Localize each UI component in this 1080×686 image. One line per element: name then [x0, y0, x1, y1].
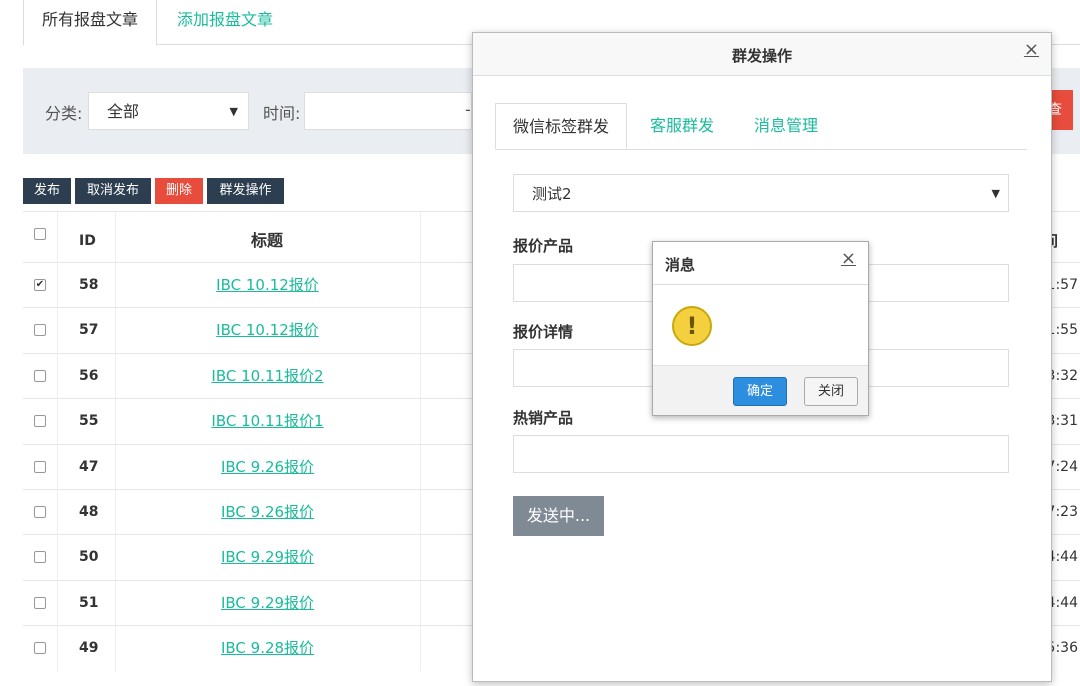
header-title: 标题 — [251, 231, 284, 250]
time-range-dash: - — [465, 100, 471, 119]
row-checkbox[interactable] — [34, 369, 46, 382]
message-header: 消息 × — [653, 242, 868, 285]
message-footer: 确定 关闭 — [653, 365, 868, 415]
row-id: 49 — [79, 640, 99, 657]
tab-divider — [495, 149, 1027, 150]
row-title-link[interactable]: IBC 9.29报价 — [115, 535, 420, 580]
tag-value: 测试2 — [532, 185, 572, 203]
message-title: 消息 — [665, 256, 696, 274]
row-id: 56 — [79, 367, 99, 384]
tab-message-management[interactable]: 消息管理 — [737, 103, 835, 149]
row-id: 47 — [79, 458, 99, 475]
row-title-link[interactable]: IBC 9.26报价 — [115, 445, 420, 490]
category-select[interactable]: 全部 ▼ — [88, 92, 249, 130]
mass-send-button[interactable]: 群发操作 — [207, 178, 284, 204]
hot-product-label: 热销产品 — [513, 409, 574, 427]
row-id: 48 — [79, 504, 99, 520]
ok-button[interactable]: 确定 — [733, 377, 787, 406]
unpublish-button[interactable]: 取消发布 — [75, 178, 151, 204]
chevron-down-icon: ▼ — [229, 105, 238, 118]
tab-add-article[interactable]: 添加报盘文章 — [159, 0, 291, 45]
time-input[interactable] — [304, 92, 472, 130]
row-title-link[interactable]: IBC 10.11报价1 — [115, 399, 420, 444]
row-checkbox[interactable]: ✔ — [34, 279, 46, 291]
row-checkbox[interactable] — [34, 642, 46, 655]
category-label: 分类: — [45, 104, 83, 123]
message-dialog: 消息 × ! 确定 关闭 — [652, 241, 869, 416]
warning-icon: ! — [672, 306, 712, 346]
send-button[interactable]: 发送中... — [513, 496, 604, 536]
message-close-icon[interactable]: × — [841, 248, 856, 269]
time-label: 时间: — [263, 104, 301, 123]
row-checkbox[interactable] — [34, 506, 46, 518]
row-checkbox[interactable] — [34, 415, 46, 428]
select-all-checkbox[interactable] — [34, 228, 46, 240]
delete-button[interactable]: 删除 — [155, 178, 203, 204]
dialog-title: 群发操作 — [731, 47, 792, 65]
quote-detail-label: 报价详情 — [513, 323, 574, 341]
tag-select[interactable]: 测试2 ▼ — [513, 174, 1009, 212]
row-title-link[interactable]: IBC 10.11报价2 — [115, 354, 420, 399]
tab-all-articles[interactable]: 所有报盘文章 — [23, 0, 158, 46]
row-checkbox[interactable] — [34, 460, 46, 473]
dialog-close-icon[interactable]: × — [1024, 39, 1039, 60]
row-checkbox[interactable] — [34, 551, 46, 564]
row-id: 50 — [79, 549, 99, 566]
close-button[interactable]: 关闭 — [804, 377, 858, 406]
dialog-header: 群发操作 × — [473, 33, 1051, 76]
row-checkbox[interactable] — [34, 596, 46, 609]
publish-button[interactable]: 发布 — [23, 178, 71, 204]
row-title-link[interactable]: IBC 9.26报价 — [115, 490, 420, 535]
row-id: 51 — [79, 594, 99, 611]
row-checkbox[interactable] — [34, 324, 46, 337]
tab-wechat-tag-send[interactable]: 微信标签群发 — [495, 103, 628, 149]
row-title-link[interactable]: IBC 10.12报价 — [115, 308, 420, 353]
chevron-down-icon: ▼ — [991, 187, 1000, 200]
row-id: 58 — [79, 277, 99, 293]
row-id: 55 — [79, 413, 99, 430]
category-value: 全部 — [107, 102, 140, 121]
row-title-link[interactable]: IBC 9.29报价 — [115, 581, 420, 626]
row-id: 57 — [79, 322, 99, 339]
quote-product-label: 报价产品 — [513, 237, 574, 255]
header-id: ID — [79, 233, 96, 249]
hot-product-input[interactable] — [513, 435, 1009, 473]
row-title-link[interactable]: IBC 9.28报价 — [115, 626, 420, 671]
tab-customer-service-send[interactable]: 客服群发 — [633, 103, 731, 149]
row-title-link[interactable]: IBC 10.12报价 — [115, 263, 420, 308]
